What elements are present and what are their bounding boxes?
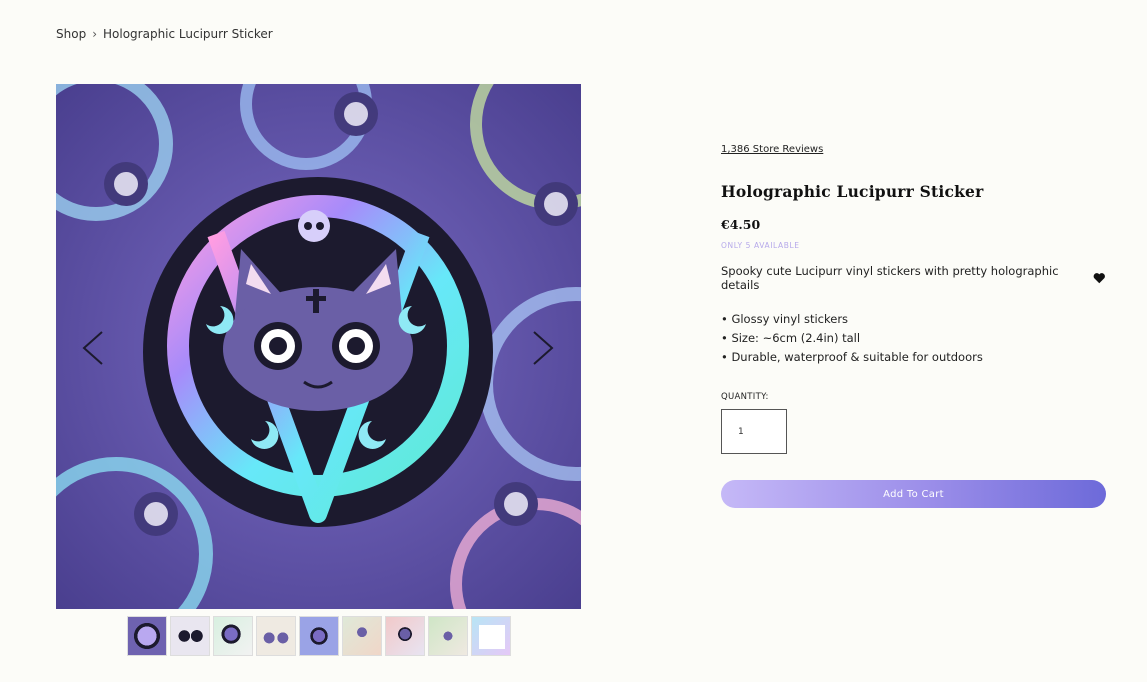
breadcrumb: Shop › Holographic Lucipurr Sticker	[56, 27, 273, 41]
breadcrumb-current: Holographic Lucipurr Sticker	[103, 27, 273, 41]
thumbnail-9[interactable]	[471, 616, 511, 656]
stock-status: ONLY 5 AVAILABLE	[721, 241, 800, 250]
quantity-input[interactable]	[721, 409, 787, 454]
feature-item: • Glossy vinyl stickers	[721, 312, 849, 326]
store-reviews-link[interactable]: 1,386 Store Reviews	[721, 144, 823, 155]
main-product-image[interactable]	[56, 84, 581, 609]
thumbnail-strip	[127, 616, 511, 656]
thumbnail-6[interactable]	[342, 616, 382, 656]
add-to-cart-button[interactable]: Add To Cart	[721, 480, 1106, 508]
feature-item: • Durable, waterproof & suitable for out…	[721, 350, 983, 364]
thumbnail-3[interactable]	[213, 616, 253, 656]
thumbnail-8[interactable]	[428, 616, 468, 656]
breadcrumb-shop-link[interactable]: Shop	[56, 27, 86, 41]
sticker-illustration	[56, 84, 581, 609]
feature-list: • Glossy vinyl stickers • Size: ~6cm (2.…	[721, 310, 1106, 367]
feature-item: • Size: ~6cm (2.4in) tall	[721, 331, 861, 345]
thumbnail-5[interactable]	[299, 616, 339, 656]
description-text: Spooky cute Lucipurr vinyl stickers with…	[721, 264, 1059, 292]
product-price: €4.50	[721, 217, 761, 232]
quantity-label: QUANTITY:	[721, 392, 769, 402]
thumbnail-2[interactable]	[170, 616, 210, 656]
product-details: 1,386 Store Reviews Holographic Lucipurr…	[721, 137, 1106, 508]
chevron-right-icon[interactable]	[528, 330, 556, 366]
thumbnail-7[interactable]	[385, 616, 425, 656]
product-description: Spooky cute Lucipurr vinyl stickers with…	[721, 264, 1106, 292]
chevron-left-icon[interactable]	[80, 330, 108, 366]
thumbnail-4[interactable]	[256, 616, 296, 656]
breadcrumb-separator: ›	[92, 27, 97, 41]
product-title: Holographic Lucipurr Sticker	[721, 182, 984, 201]
heart-icon	[1094, 273, 1106, 284]
thumbnail-1[interactable]	[127, 616, 167, 656]
